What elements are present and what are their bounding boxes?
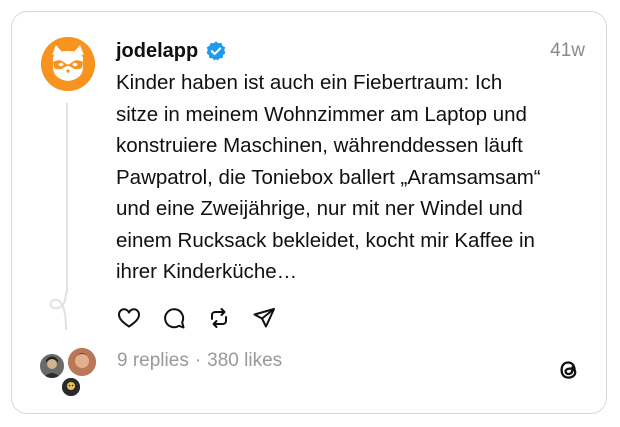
author-row: jodelapp xyxy=(116,37,227,65)
replies-count[interactable]: 9 replies xyxy=(117,350,189,372)
share-button[interactable] xyxy=(251,305,277,331)
post-stats: 9 replies · 380 likes xyxy=(117,350,282,372)
thread-line xyxy=(66,103,68,293)
verified-badge-icon xyxy=(206,41,226,61)
replier-avatar xyxy=(38,352,66,380)
post-text: Kinder haben ist auch ein Fiebertraum: I… xyxy=(116,71,541,283)
author-avatar[interactable] xyxy=(41,37,95,91)
replier-avatar xyxy=(60,376,82,398)
repost-button[interactable] xyxy=(206,305,232,331)
raccoon-icon xyxy=(41,37,95,91)
comment-icon xyxy=(164,308,185,329)
comment-button[interactable] xyxy=(161,305,187,331)
threads-logo-icon[interactable] xyxy=(556,357,582,383)
replier-avatar xyxy=(66,346,98,378)
like-button[interactable] xyxy=(116,305,142,331)
replier-avatars[interactable] xyxy=(38,346,100,398)
thread-loop-icon xyxy=(49,291,67,331)
repost-icon xyxy=(211,308,227,328)
stats-separator: · xyxy=(194,350,202,371)
author-username[interactable]: jodelapp xyxy=(116,40,198,63)
likes-count[interactable]: 380 likes xyxy=(207,350,282,372)
send-icon xyxy=(253,308,275,328)
action-bar xyxy=(116,305,277,331)
heart-icon xyxy=(118,308,140,328)
post-timestamp: 41w xyxy=(550,40,585,61)
